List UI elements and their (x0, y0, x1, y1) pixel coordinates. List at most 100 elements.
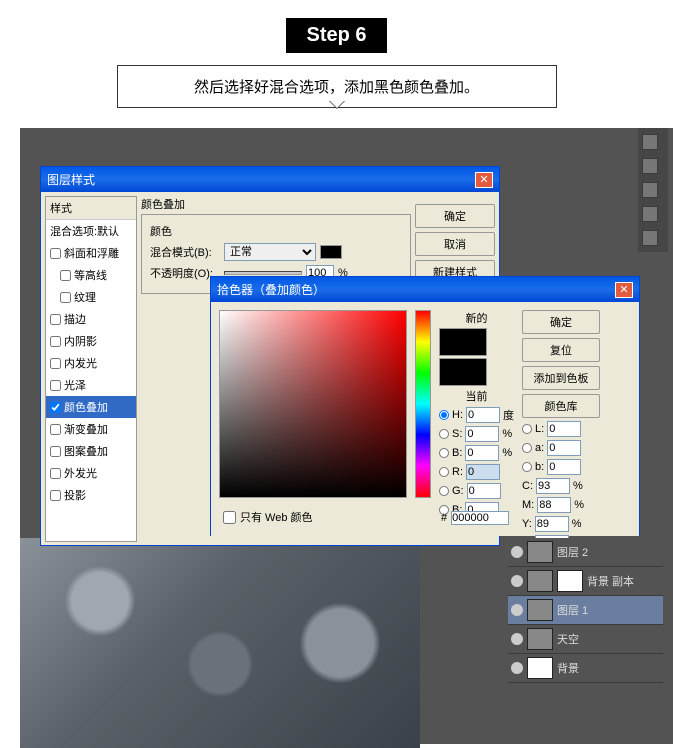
add-swatch-button[interactable]: 添加到色板 (522, 366, 600, 390)
titlebar[interactable]: 图层样式 ✕ (41, 167, 499, 192)
layer-row[interactable]: 背景 (508, 654, 663, 683)
tool-icon[interactable] (642, 134, 658, 150)
checkbox[interactable] (50, 336, 61, 347)
h-radio[interactable] (439, 410, 449, 420)
r-radio[interactable] (439, 467, 449, 477)
b-radio[interactable] (439, 448, 449, 458)
tool-icon[interactable] (642, 206, 658, 222)
tool-icon[interactable] (642, 230, 658, 246)
style-item[interactable]: 纹理 (46, 286, 136, 308)
checkbox[interactable] (50, 358, 61, 369)
checkbox[interactable] (60, 292, 71, 303)
reset-button[interactable]: 复位 (522, 338, 600, 362)
style-item[interactable]: 斜面和浮雕 (46, 242, 136, 264)
style-item[interactable]: 光泽 (46, 374, 136, 396)
group-title: 颜色叠加 (141, 196, 411, 212)
color-label: 颜色 (150, 223, 402, 239)
r-input[interactable] (466, 464, 500, 480)
l-input[interactable] (547, 421, 581, 437)
color-field[interactable] (219, 310, 407, 498)
blend-mode-label: 混合模式(B): (150, 244, 220, 260)
layer-thumb (527, 541, 553, 563)
eye-icon[interactable] (511, 575, 523, 587)
canvas-image (20, 538, 420, 748)
checkbox[interactable] (50, 468, 61, 479)
lab-b-radio[interactable] (522, 462, 532, 472)
layer-row[interactable]: 图层 2 (508, 538, 663, 567)
ok-button[interactable]: 确定 (415, 204, 495, 228)
style-item[interactable]: 外发光 (46, 462, 136, 484)
checkbox[interactable] (50, 314, 61, 325)
a-input[interactable] (547, 440, 581, 456)
checkbox[interactable] (50, 402, 61, 413)
hue-slider[interactable] (415, 310, 431, 498)
c-input[interactable] (536, 478, 570, 494)
blend-mode-select[interactable]: 正常 (224, 243, 316, 261)
s-radio[interactable] (439, 429, 449, 439)
styles-list: 样式 混合选项:默认 斜面和浮雕 等高线 纹理 描边 内阴影 内发光 光泽 颜色… (45, 196, 137, 542)
color-swatch[interactable] (320, 245, 342, 259)
layer-row[interactable]: 图层 1 (508, 596, 663, 625)
style-item-color-overlay[interactable]: 颜色叠加 (46, 396, 136, 418)
checkbox[interactable] (60, 270, 71, 281)
mask-thumb (557, 570, 583, 592)
ok-button[interactable]: 确定 (522, 310, 600, 334)
dialog-title: 拾色器（叠加颜色） (217, 281, 325, 298)
web-only-checkbox[interactable] (223, 511, 236, 524)
current-label: 当前 (439, 388, 514, 404)
checkbox[interactable] (50, 424, 61, 435)
color-library-button[interactable]: 颜色库 (522, 394, 600, 418)
blend-options-default[interactable]: 混合选项:默认 (46, 220, 136, 242)
g-input[interactable] (467, 483, 501, 499)
style-item[interactable]: 内阴影 (46, 330, 136, 352)
checkbox[interactable] (50, 380, 61, 391)
eye-icon[interactable] (511, 546, 523, 558)
cancel-button[interactable]: 取消 (415, 232, 495, 256)
m-input[interactable] (537, 497, 571, 513)
layer-row[interactable]: 背景 副本 (508, 567, 663, 596)
tool-icon[interactable] (642, 182, 658, 198)
layer-thumb (527, 599, 553, 621)
eye-icon[interactable] (511, 604, 523, 616)
style-item[interactable]: 渐变叠加 (46, 418, 136, 440)
step-badge: Step 6 (286, 18, 386, 53)
new-label: 新的 (439, 310, 514, 326)
layer-thumb (527, 657, 553, 679)
style-item[interactable]: 图案叠加 (46, 440, 136, 462)
a-radio[interactable] (522, 443, 532, 453)
y-input[interactable] (535, 516, 569, 532)
style-item[interactable]: 描边 (46, 308, 136, 330)
opacity-slider[interactable] (224, 271, 302, 275)
layer-thumb (527, 628, 553, 650)
current-color-swatch[interactable] (439, 358, 487, 386)
styles-list-title: 样式 (46, 197, 136, 220)
dialog-title: 图层样式 (47, 171, 95, 188)
new-color-swatch (439, 328, 487, 356)
web-only-label: 只有 Web 颜色 (240, 509, 313, 525)
checkbox[interactable] (50, 490, 61, 501)
color-picker-dialog: 拾色器（叠加颜色） ✕ 新的 当前 H:度 S:% B:% R: G: B: (210, 276, 640, 536)
s-input[interactable] (465, 426, 499, 442)
eye-icon[interactable] (511, 633, 523, 645)
instruction-text: 然后选择好混合选项，添加黑色颜色叠加。 (117, 65, 557, 108)
right-toolbar (638, 128, 668, 252)
layer-thumb (527, 570, 553, 592)
l-radio[interactable] (522, 424, 532, 434)
close-icon[interactable]: ✕ (615, 282, 633, 298)
layers-panel: 图层 2 背景 副本 图层 1 天空 背景 (508, 538, 663, 683)
eye-icon[interactable] (511, 662, 523, 674)
tool-icon[interactable] (642, 158, 658, 174)
bh-input[interactable] (465, 445, 499, 461)
checkbox[interactable] (50, 446, 61, 457)
style-item[interactable]: 投影 (46, 484, 136, 506)
g-radio[interactable] (439, 486, 449, 496)
lab-b-input[interactable] (547, 459, 581, 475)
layer-row[interactable]: 天空 (508, 625, 663, 654)
h-input[interactable] (466, 407, 500, 423)
titlebar[interactable]: 拾色器（叠加颜色） ✕ (211, 277, 639, 302)
style-item[interactable]: 等高线 (46, 264, 136, 286)
checkbox[interactable] (50, 248, 61, 259)
style-item[interactable]: 内发光 (46, 352, 136, 374)
close-icon[interactable]: ✕ (475, 172, 493, 188)
hex-input[interactable] (451, 511, 509, 525)
